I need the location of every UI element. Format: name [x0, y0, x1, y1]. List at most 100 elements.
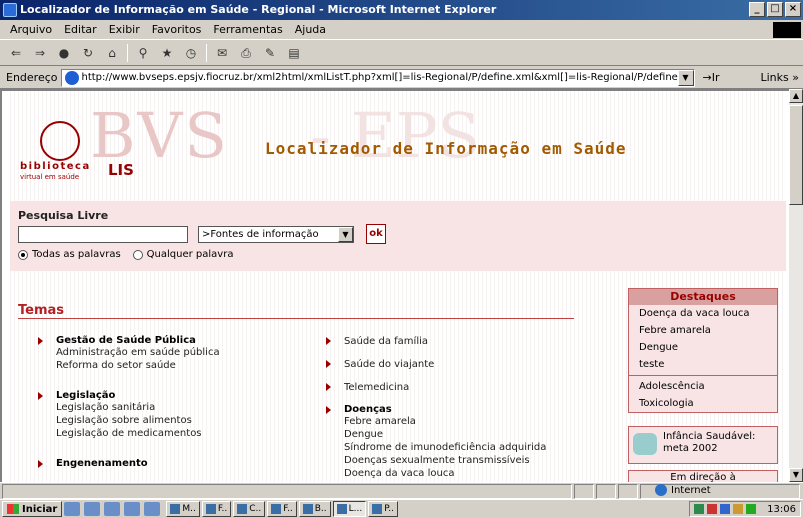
subtopic-link[interactable]: Febre amarela	[344, 415, 620, 428]
destaque-link[interactable]: Dengue	[629, 339, 777, 356]
page-icon	[64, 70, 79, 85]
system-tray: 13:06	[689, 501, 801, 517]
menu-ajuda[interactable]: Ajuda	[289, 23, 332, 36]
print-icon[interactable]: ⎙	[236, 44, 256, 62]
topic-link[interactable]: Gestão de Saúde Pública	[56, 335, 322, 346]
app-icon	[205, 504, 216, 514]
taskbar-button-active[interactable]: L...	[332, 501, 367, 517]
match-options: Todas as palavras Qualquer palavra	[18, 249, 233, 260]
quicklaunch-ie-icon[interactable]	[64, 502, 81, 516]
forward-icon[interactable]: ⇒	[30, 44, 50, 62]
favorites-icon[interactable]: ★	[157, 44, 177, 62]
quicklaunch-search-icon[interactable]	[144, 502, 161, 516]
mail-icon[interactable]: ✉	[212, 44, 232, 62]
topic-link[interactable]: Legislação	[56, 390, 322, 401]
bullet-icon	[38, 337, 43, 345]
topic-link[interactable]: Saúde da família	[344, 335, 620, 348]
menu-bar: Arquivo Editar Exibir Favoritos Ferramen…	[0, 20, 803, 40]
infancia-line2: meta 2002	[663, 443, 718, 454]
home-icon[interactable]: ⌂	[102, 44, 122, 62]
subtopic-link[interactable]: Administração em saúde pública	[56, 346, 322, 359]
menu-ferramentas[interactable]: Ferramentas	[207, 23, 288, 36]
go-button[interactable]: →Ir	[703, 71, 720, 84]
links-label: Links	[760, 71, 789, 84]
scroll-up-icon[interactable]: ▲	[789, 89, 803, 103]
subtopic-link[interactable]: Doenças sexualmente transmissíveis	[344, 454, 620, 467]
taskbar-button-label: B..	[314, 504, 327, 514]
close-button[interactable]: ×	[785, 2, 801, 17]
topic-link[interactable]: Engenenamento	[56, 458, 322, 469]
minimize-button[interactable]: _	[749, 2, 765, 17]
destaque-link[interactable]: teste	[629, 356, 777, 373]
subtopic-link[interactable]: Legislação sanitária	[56, 401, 322, 414]
menu-exibir[interactable]: Exibir	[103, 23, 146, 36]
menu-favoritos[interactable]: Favoritos	[146, 23, 208, 36]
subtopic-link[interactable]: Legislação de medicamentos	[56, 427, 322, 440]
address-input[interactable]: http://www.bvseps.epsjv.fiocruz.br/xml2h…	[60, 68, 695, 87]
destaque-link[interactable]: Doença da vaca louca	[629, 305, 777, 322]
ok-button[interactable]: ok	[366, 224, 386, 244]
taskbar-button[interactable]: C..	[233, 501, 266, 517]
lis-label: LIS	[108, 161, 134, 179]
bvs-logo[interactable]	[20, 111, 80, 161]
subtopic-link[interactable]: Reforma do setor saúde	[56, 359, 322, 372]
tray-icon[interactable]	[720, 504, 731, 514]
topic-legislacao: Legislação Legislação sanitária Legislaç…	[32, 390, 322, 440]
destaques-divider	[629, 375, 777, 376]
scroll-thumb[interactable]	[789, 105, 803, 205]
source-select[interactable]: >Fontes de informação ▼	[198, 226, 354, 243]
address-dropdown-icon[interactable]: ▼	[677, 69, 694, 86]
taskbar-button[interactable]: F..	[267, 501, 297, 517]
subtopic-link[interactable]: Legislação sobre alimentos	[56, 414, 322, 427]
em-direcao-banner[interactable]: Em direção à	[628, 470, 778, 482]
address-label: Endereço	[6, 71, 58, 84]
links-button[interactable]: Links »	[761, 71, 800, 84]
stop-icon[interactable]: ●	[54, 44, 74, 62]
address-bar: Endereço http://www.bvseps.epsjv.fiocruz…	[0, 67, 803, 89]
infancia-saudavel-banner[interactable]: Infância Saudável: meta 2002	[628, 426, 778, 464]
quicklaunch-desktop-icon[interactable]	[104, 502, 121, 516]
taskbar-button-label: L...	[348, 504, 363, 514]
topic-link[interactable]: Saúde do viajante	[344, 358, 620, 371]
destaque-link[interactable]: Febre amarela	[629, 322, 777, 339]
discuss-icon[interactable]: ▤	[284, 44, 304, 62]
bullet-icon	[326, 360, 331, 368]
bullet-icon	[38, 392, 43, 400]
taskbar-button[interactable]: F..	[201, 501, 232, 517]
search-icon[interactable]: ⚲	[133, 44, 153, 62]
subtopic-link[interactable]: Doença da vaca louca	[344, 467, 620, 480]
toolbar-separator	[127, 43, 128, 62]
search-input[interactable]	[18, 226, 188, 243]
subtopic-link[interactable]: Dengue	[344, 428, 620, 441]
radio-all-words[interactable]	[18, 249, 28, 260]
edit-icon[interactable]: ✎	[260, 44, 280, 62]
clock: 13:06	[767, 503, 796, 515]
tray-icon[interactable]	[746, 504, 757, 514]
chevron-down-icon[interactable]: ▼	[338, 227, 353, 242]
subtopic-link[interactable]: Síndrome de imunodeficiência adquirida	[344, 441, 620, 454]
scroll-down-icon[interactable]: ▼	[789, 468, 803, 482]
topic-link[interactable]: Doenças	[344, 404, 620, 415]
menu-editar[interactable]: Editar	[58, 23, 103, 36]
maximize-button[interactable]: □	[767, 2, 783, 17]
menu-arquivo[interactable]: Arquivo	[4, 23, 58, 36]
destaque-link[interactable]: Adolescência	[629, 378, 777, 395]
zone-label: Internet	[671, 484, 711, 496]
radio-any-word[interactable]	[132, 249, 143, 260]
vertical-scrollbar[interactable]: ▲ ▼	[789, 89, 803, 482]
start-button[interactable]: Iniciar	[2, 501, 63, 517]
taskbar-button[interactable]: M..	[166, 501, 200, 517]
tray-icon[interactable]	[694, 504, 705, 514]
quicklaunch-outlook-icon[interactable]	[84, 502, 101, 516]
destaque-link[interactable]: Toxicologia	[629, 395, 777, 412]
tray-icon[interactable]	[707, 504, 718, 514]
bullet-icon	[38, 460, 43, 468]
refresh-icon[interactable]: ↻	[78, 44, 98, 62]
taskbar-button[interactable]: P..	[368, 501, 398, 517]
back-icon[interactable]: ⇐	[6, 44, 26, 62]
history-icon[interactable]: ◷	[181, 44, 201, 62]
tray-icon[interactable]	[733, 504, 744, 514]
taskbar-button[interactable]: B..	[298, 501, 331, 517]
quicklaunch-media-icon[interactable]	[124, 502, 141, 516]
topic-link[interactable]: Telemedicina	[344, 381, 620, 394]
